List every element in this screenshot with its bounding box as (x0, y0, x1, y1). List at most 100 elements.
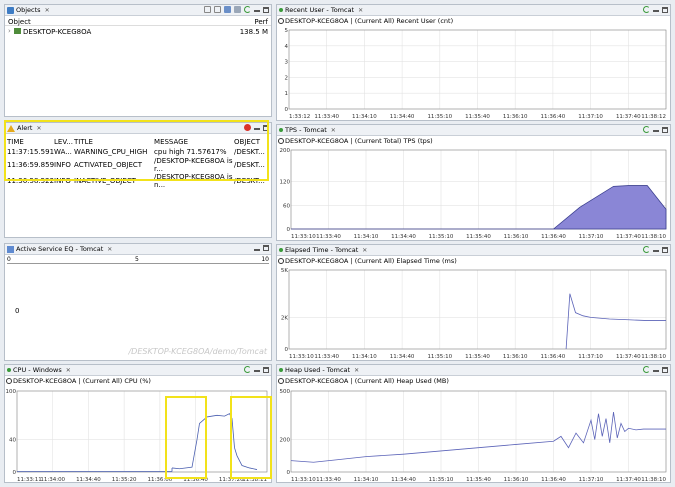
minimize-icon[interactable] (653, 250, 659, 252)
cpu-series-line (171, 413, 258, 470)
x-tick-label: 11:38:10 (641, 234, 666, 240)
minimize-icon[interactable] (254, 248, 260, 251)
tab-tps[interactable]: TPS - Tomcat ✕ (279, 126, 336, 134)
refresh-icon[interactable] (643, 126, 650, 133)
x-tick-label: 11:34:10 (352, 114, 377, 120)
y-tick-label: 60 (283, 203, 290, 209)
refresh-icon[interactable] (244, 6, 251, 13)
eq-watermark: /DESKTOP-KCEG8OA/demo/Tomcat (128, 347, 267, 356)
alert-col-time[interactable]: TIME (5, 136, 54, 147)
refresh-icon[interactable] (643, 246, 650, 253)
elapsed-panel: Elapsed Time - Tomcat ✕ DESKTOP-KCEG8OA … (276, 244, 671, 361)
alert-cell: cpu high 71.57617% (154, 148, 227, 156)
clear-icon[interactable] (244, 124, 251, 131)
close-icon[interactable]: ✕ (354, 367, 359, 374)
table-row[interactable]: 11:37:15.591 WA... WARNING_CPU_HIGH cpu … (5, 147, 271, 157)
alert-col-object[interactable]: OBJECT (234, 136, 271, 147)
x-tick-label: 11:33:40 (316, 234, 341, 240)
maximize-icon[interactable] (662, 126, 668, 133)
maximize-icon[interactable] (263, 245, 269, 251)
x-tick-label: 11:37:40 (616, 477, 641, 483)
x-tick-label: 11:37:20 (219, 477, 244, 483)
recent-user-chart: 1:33:12 11:33:40 11:34:10 11:34:40 11:35:10 1… (285, 28, 667, 120)
elapsed-chart: 11:33:10 11:33:40 11:34:10 11:34:40 11:35:10… (281, 268, 667, 360)
maximize-icon[interactable] (662, 6, 668, 13)
minimize-icon[interactable] (653, 130, 659, 132)
alert-cell: 11:36:59.859 (7, 161, 55, 169)
chart-icon (7, 245, 14, 253)
minimize-icon[interactable] (254, 370, 260, 372)
refresh-icon[interactable] (643, 6, 650, 13)
objects-row[interactable]: › DESKTOP-KCEG8OA 138.5 M (5, 27, 271, 36)
tab-alert[interactable]: Alert ✕ (7, 124, 42, 132)
close-icon[interactable]: ✕ (362, 247, 367, 254)
filter-icon[interactable] (234, 6, 241, 13)
alert-col-level[interactable]: LEV... (54, 136, 74, 147)
y-tick-label: 200 (280, 148, 291, 154)
close-icon[interactable]: ✕ (358, 7, 363, 14)
table-row[interactable]: 11:36:59.859 INFO ACTIVATED_OBJECT /DESK… (5, 157, 271, 173)
table-row[interactable]: 11:36:58.522 INFO INACTIVE_OBJECT /DESKT… (5, 173, 271, 189)
tab-active-service[interactable]: Active Service EQ - Tomcat ✕ (7, 245, 112, 253)
close-icon[interactable]: ✕ (107, 246, 112, 253)
minimize-icon[interactable] (254, 10, 260, 12)
heap-subtitle: DESKTOP-KCEG8OA | (Current All) Heap Use… (278, 377, 449, 385)
x-tick-label: 11:35:40 (466, 477, 491, 483)
close-icon[interactable]: ✕ (331, 127, 336, 134)
object-name: DESKTOP-KCEG8OA (23, 28, 92, 36)
chart-icon (279, 128, 283, 132)
heap-subtitle-text: DESKTOP-KCEG8OA | (Current All) Heap Use… (285, 377, 449, 385)
x-tick-label: 11:33:10 (291, 234, 316, 240)
refresh-icon[interactable] (244, 366, 251, 373)
cpu-toolbar (244, 366, 269, 373)
tab-cpu[interactable]: CPU - Windows ✕ (7, 366, 71, 374)
maximize-icon[interactable] (662, 246, 668, 253)
maximize-icon[interactable] (263, 124, 269, 131)
objects-col-object[interactable]: Object (8, 18, 31, 26)
x-tick-label: 11:38:10 (641, 477, 666, 483)
expand-icon[interactable] (214, 6, 221, 13)
cpu-titlebar: CPU - Windows ✕ (5, 365, 271, 376)
tab-elapsed-label: Elapsed Time - Tomcat (285, 246, 359, 254)
minimize-icon[interactable] (653, 370, 659, 372)
x-tick-label: 11:34:10 (354, 477, 379, 483)
alert-panel: Alert ✕ TIME LEV... TITLE MESSAGE OBJECT… (4, 122, 272, 238)
tab-cpu-label: CPU - Windows (13, 366, 62, 374)
alert-col-title[interactable]: TITLE (74, 136, 154, 147)
tab-heap-label: Heap Used - Tomcat (285, 366, 351, 374)
x-tick-label: 11:37:10 (579, 234, 604, 240)
maximize-icon[interactable] (263, 6, 269, 13)
y-tick-label: 1 (285, 91, 289, 97)
x-tick-label: 11:35:10 (427, 114, 452, 120)
x-tick-label: 1:33:12 (289, 114, 310, 120)
plot-frame (16, 390, 268, 473)
collapse-icon[interactable] (204, 6, 211, 13)
alert-col-message[interactable]: MESSAGE (154, 136, 234, 147)
maximize-icon[interactable] (662, 366, 668, 373)
alert-cell: INFO (54, 177, 71, 185)
close-icon[interactable]: ✕ (36, 125, 41, 132)
minimize-icon[interactable] (254, 128, 260, 130)
tab-recent-user[interactable]: Recent User - Tomcat ✕ (279, 6, 363, 14)
minimize-icon[interactable] (653, 10, 659, 12)
tab-heap[interactable]: Heap Used - Tomcat ✕ (279, 366, 359, 374)
folder-icon[interactable] (224, 6, 231, 13)
tab-elapsed[interactable]: Elapsed Time - Tomcat ✕ (279, 246, 367, 254)
chevron-right-icon[interactable]: › (8, 27, 11, 35)
maximize-icon[interactable] (263, 366, 269, 373)
tab-objects[interactable]: Objects ✕ (7, 6, 50, 14)
objects-col-perf[interactable]: Perf (254, 18, 268, 26)
alert-toolbar (244, 124, 269, 131)
close-icon[interactable]: ✕ (66, 367, 71, 374)
alert-cell: 11:37:15.591 (7, 148, 55, 156)
tab-active-service-label: Active Service EQ - Tomcat (16, 245, 104, 253)
alert-header-row: TIME LEV... TITLE MESSAGE OBJECT (5, 136, 271, 147)
x-tick-label: 11:36:10 (503, 354, 528, 360)
refresh-icon[interactable] (643, 366, 650, 373)
close-icon[interactable]: ✕ (45, 7, 50, 14)
x-tick-label: 11:36:40 (541, 477, 566, 483)
alert-cell: INFO (54, 161, 71, 169)
tps-subtitle: DESKTOP-KCEG8OA | (Current Total) TPS (t… (278, 137, 433, 145)
x-tick-label: 11:33:40 (316, 477, 341, 483)
object-perf: 138.5 M (239, 28, 268, 36)
